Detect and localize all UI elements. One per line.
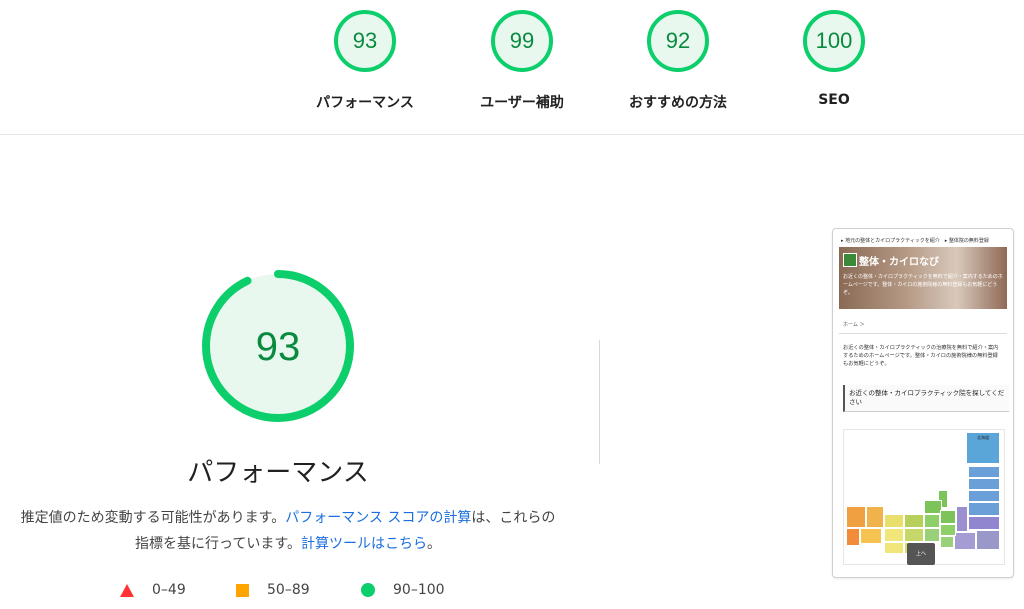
- circle-icon: [361, 583, 375, 597]
- region-block: [968, 516, 1000, 530]
- vertical-divider: [599, 340, 600, 464]
- score-value: 100: [815, 28, 853, 53]
- region-block: [968, 466, 1000, 478]
- gauge-best-practices[interactable]: 92 おすすめの方法: [618, 10, 738, 122]
- region-block: [884, 542, 904, 554]
- region-block: [954, 532, 976, 550]
- divider: [839, 333, 1007, 334]
- region-block: [968, 478, 1000, 490]
- score-description: 推定値のため変動する可能性があります。パフォーマンス スコアの計算は、これらの指…: [20, 505, 556, 557]
- performance-gauge: 93: [202, 270, 354, 422]
- region-block: [968, 490, 1000, 502]
- site-logo: [843, 253, 857, 267]
- gauge-score: 93: [256, 325, 301, 369]
- final-screenshot[interactable]: ▸ 地元の整体とカイロプラクティックを紹介 ▸ 整体院の無料登録 整体・カイロな…: [832, 228, 1014, 578]
- gauge-label: ユーザー補助: [480, 95, 564, 111]
- region-block: [940, 536, 954, 548]
- score-value: 93: [352, 28, 378, 53]
- screenshot-hero: 整体・カイロなび お近くの整体・カイロプラクティックを無料で紹介・案内するための…: [839, 247, 1007, 309]
- legend-average: 50–89: [236, 582, 310, 598]
- gauge-label: おすすめの方法: [629, 95, 727, 111]
- screenshot-breadcrumb: ▸ 地元の整体とカイロプラクティックを紹介 ▸ 整体院の無料登録: [841, 238, 989, 244]
- gauge-label: SEO: [818, 92, 850, 108]
- region-hokkaido: 北海道: [966, 432, 1000, 464]
- region-block: [884, 514, 904, 528]
- gauge-seo[interactable]: 100 SEO: [774, 10, 894, 122]
- screenshot-heading: お近くの整体・カイロプラクティック院を探してください: [843, 385, 1009, 412]
- screenshot-home-link: ホーム ＞: [843, 322, 865, 328]
- back-to-top-button[interactable]: 上へ: [907, 543, 935, 565]
- region-block: [904, 528, 924, 542]
- gauge-performance[interactable]: 93 パフォーマンス: [305, 10, 425, 122]
- hero-intro: お近くの整体・カイロプラクティックを無料で紹介・案内するためのホームページです。…: [843, 274, 1003, 296]
- score-legend: 0–49 50–89 90–100: [0, 582, 556, 602]
- screenshot-body-text: お近くの整体・カイロプラクティックの治療院を無料で紹介・案内するためのホームペー…: [843, 345, 999, 367]
- region-label: 北海道: [977, 435, 989, 440]
- calculator-link[interactable]: 計算ツールはこちら: [301, 536, 427, 552]
- region-block: [940, 510, 956, 524]
- region-block: [924, 528, 940, 542]
- legend-label: 50–89: [267, 582, 310, 598]
- score-ring: 99: [491, 10, 553, 72]
- category-title: パフォーマンス: [187, 458, 369, 488]
- region-block: [940, 524, 956, 536]
- site-brand: 整体・カイロなび: [859, 257, 939, 268]
- score-value: 99: [509, 28, 535, 53]
- region-block: [846, 506, 866, 528]
- region-block: [968, 502, 1000, 516]
- score-ring: 93: [334, 10, 396, 72]
- triangle-icon: [120, 583, 134, 597]
- region-block: [904, 514, 924, 528]
- description-text: 。: [426, 536, 441, 552]
- region-block: [846, 528, 860, 546]
- legend-label: 90–100: [393, 582, 445, 598]
- legend-label: 0–49: [152, 582, 186, 598]
- region-block: [956, 506, 968, 532]
- region-block: [884, 528, 904, 542]
- score-value: 92: [665, 28, 691, 53]
- legend-fail: 0–49: [120, 582, 186, 598]
- region-block: [976, 530, 1000, 550]
- region-block: [866, 506, 884, 528]
- score-calculation-link[interactable]: パフォーマンス スコアの計算: [285, 510, 471, 526]
- region-block: [860, 528, 882, 544]
- gauge-accessibility[interactable]: 99 ユーザー補助: [462, 10, 582, 122]
- gauge-label: パフォーマンス: [316, 95, 414, 111]
- square-icon: [236, 583, 249, 597]
- description-text: 推定値のため変動する可能性があります。: [20, 510, 286, 526]
- score-ring: 100: [803, 10, 865, 72]
- category-summary-bar: 93 パフォーマンス 99 ユーザー補助 92 おすすめの方法 100 SEO: [0, 0, 1024, 135]
- region-block: [924, 514, 940, 528]
- score-ring: 92: [647, 10, 709, 72]
- legend-pass: 90–100: [361, 582, 445, 598]
